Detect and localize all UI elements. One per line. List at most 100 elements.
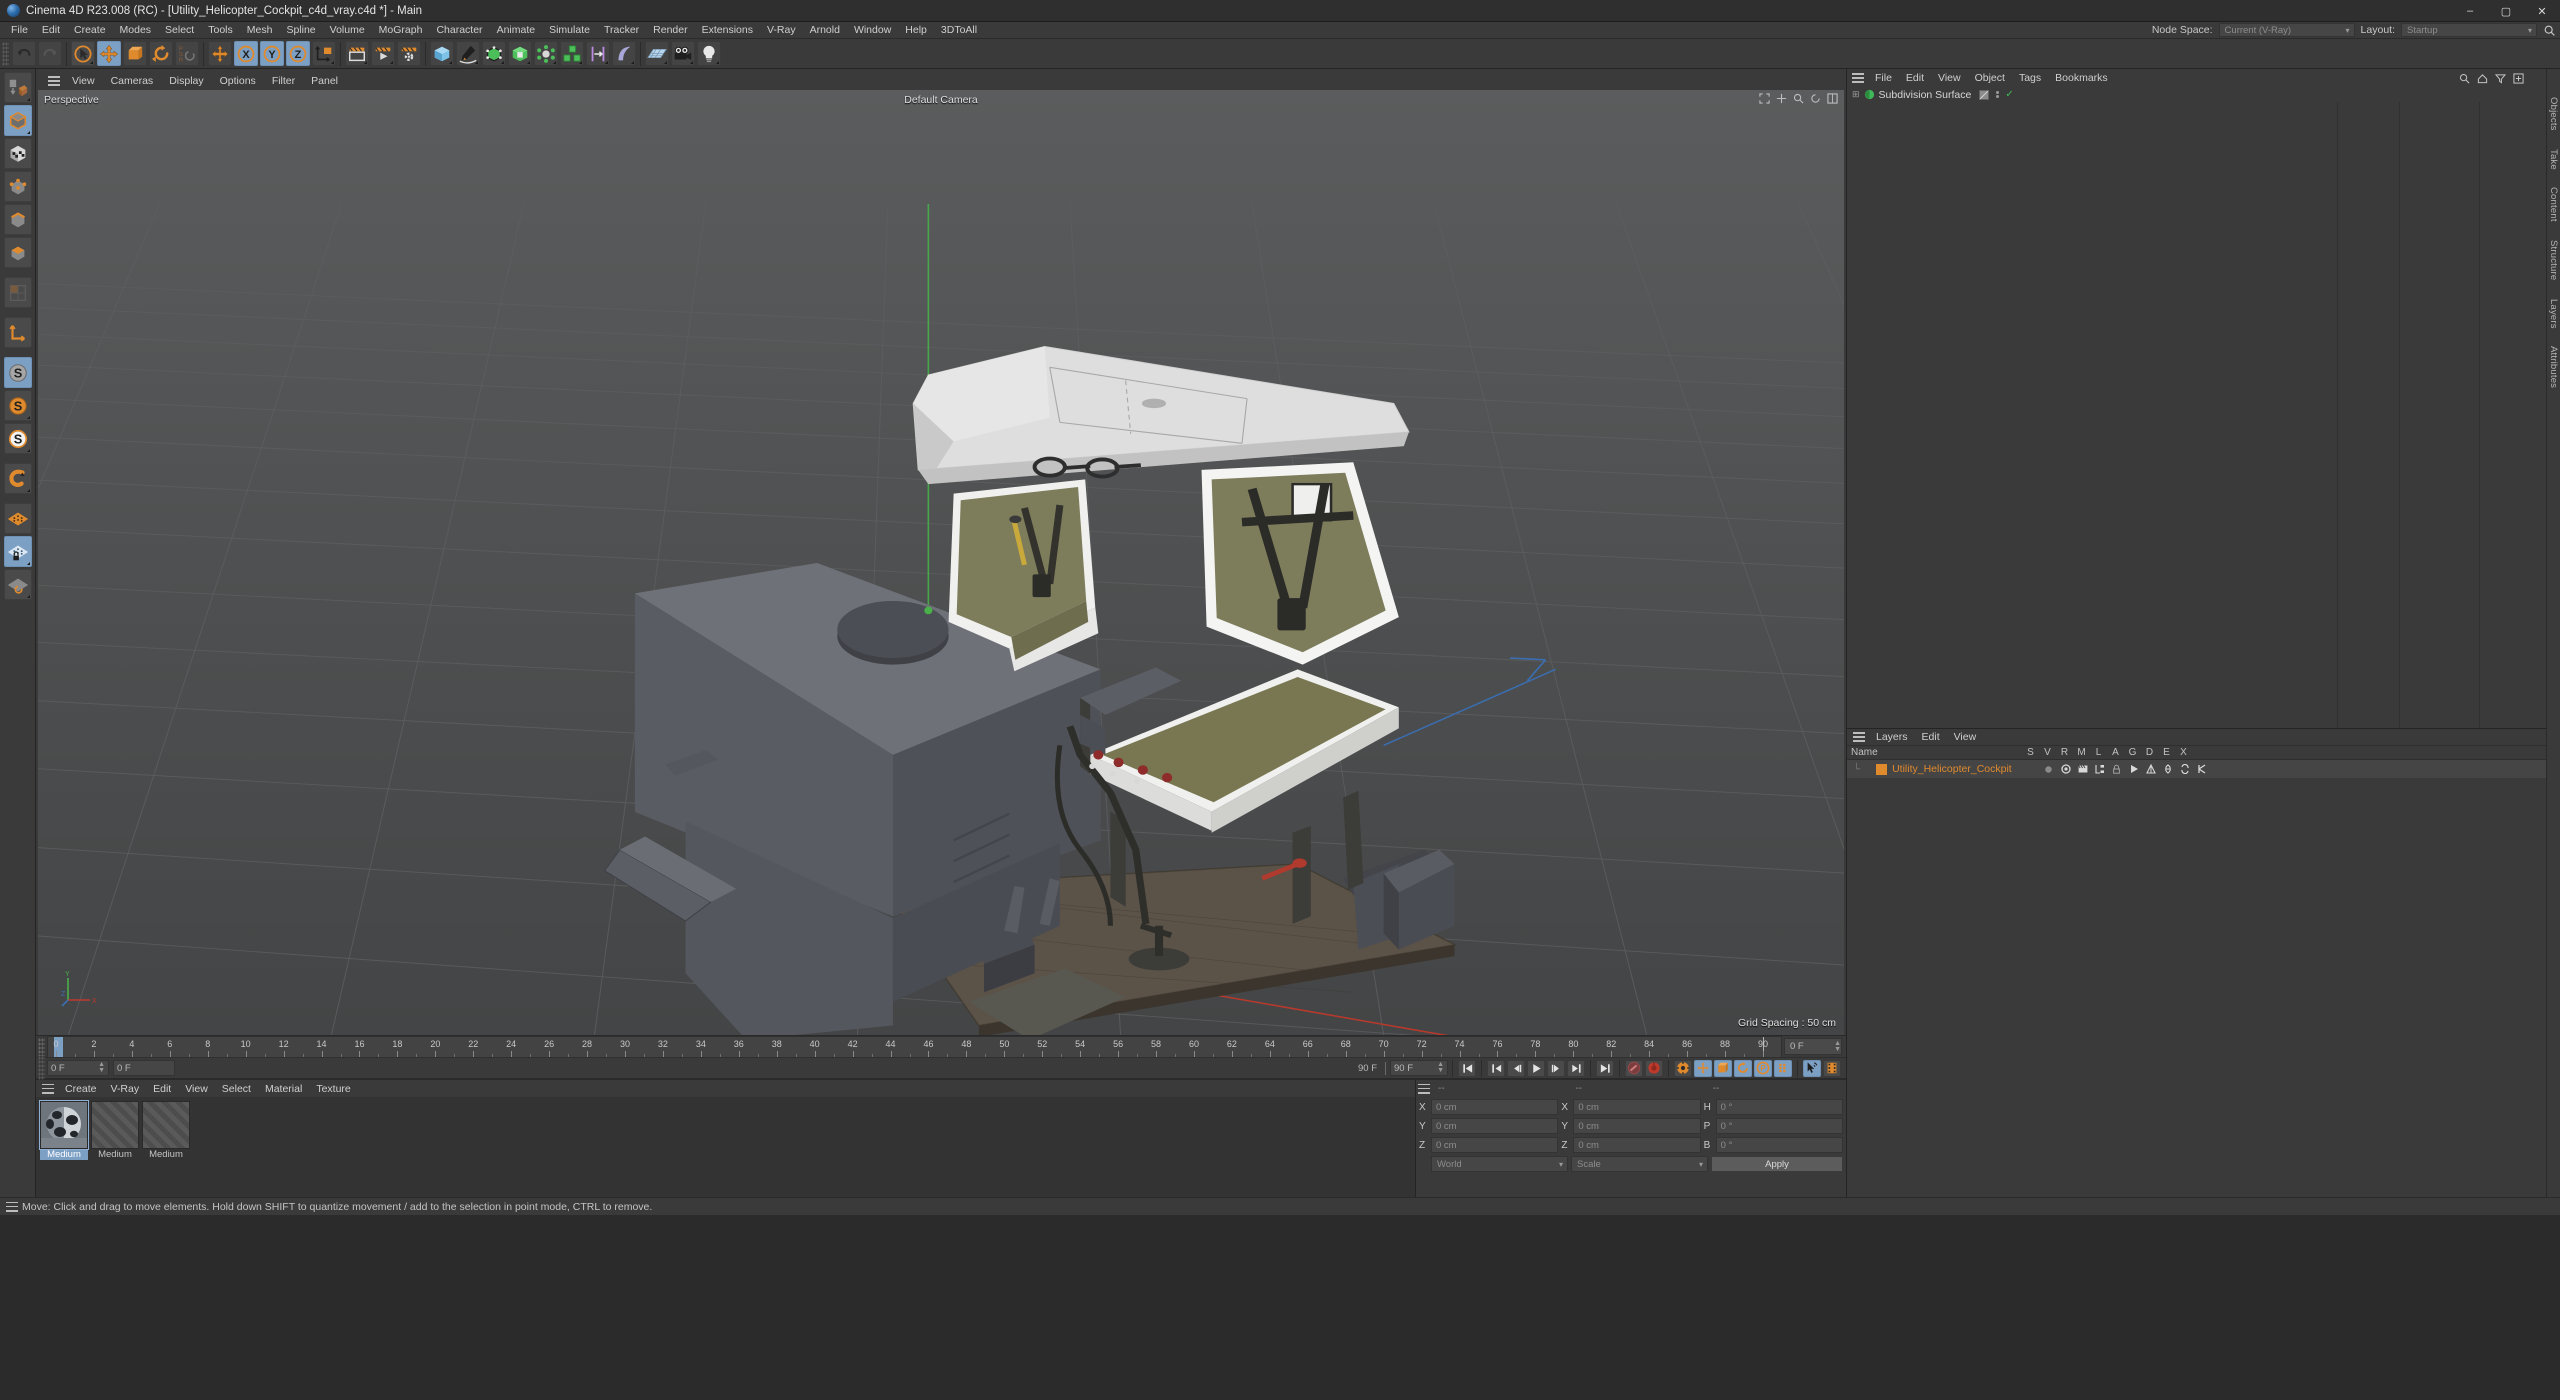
- close-button[interactable]: ✕: [2524, 0, 2560, 22]
- material-preview[interactable]: [40, 1101, 88, 1149]
- layer-rows[interactable]: └ Utility_Helicopter_Cockpit: [1847, 760, 2546, 1197]
- coordinates-menu-hamburger-icon[interactable]: [1418, 1084, 1430, 1094]
- viewport-pan-icon[interactable]: [1776, 93, 1787, 104]
- material-menu-texture[interactable]: Texture: [309, 1083, 357, 1095]
- rotation-p-field[interactable]: P 0 °: [1704, 1118, 1843, 1134]
- rail-tab-objects[interactable]: Objects: [2548, 97, 2559, 131]
- menu-item-extensions[interactable]: Extensions: [695, 22, 760, 39]
- cube-primitive-icon[interactable]: [430, 41, 454, 66]
- viewport-zoom-icon[interactable]: [1793, 93, 1804, 104]
- menu-item-modes[interactable]: Modes: [113, 22, 159, 39]
- object-menu-object[interactable]: Object: [1968, 72, 2012, 84]
- timeline-grip[interactable]: [38, 1038, 45, 1056]
- rail-tab-content[interactable]: Content: [2548, 187, 2559, 222]
- menu-item-window[interactable]: Window: [847, 22, 898, 39]
- viewport-menu-options[interactable]: Options: [212, 75, 264, 87]
- lock-z-icon[interactable]: Z: [286, 41, 310, 66]
- light-icon[interactable]: [697, 41, 721, 66]
- go-to-start-button[interactable]: [1458, 1060, 1476, 1077]
- statusbar-hamburger-icon[interactable]: [6, 1202, 18, 1212]
- menu-item-mesh[interactable]: Mesh: [240, 22, 280, 39]
- size-y-input[interactable]: 0 cm: [1573, 1118, 1700, 1134]
- layer-manager-hamburger-icon[interactable]: [1853, 732, 1865, 742]
- next-key-button[interactable]: [1567, 1060, 1585, 1077]
- viewport-3d[interactable]: Perspective Default Camera Grid Spacing …: [38, 90, 1844, 1035]
- undo-icon[interactable]: [12, 41, 36, 66]
- object-tree[interactable]: ⊞ Subdivision Surface ✓: [1847, 87, 2546, 728]
- scene-environment-icon[interactable]: [534, 41, 558, 66]
- deformer-icon[interactable]: [508, 41, 532, 66]
- material-menu-v-ray[interactable]: V-Ray: [104, 1083, 147, 1095]
- snap-toggle-s-icon[interactable]: S: [4, 357, 32, 388]
- filter-icon[interactable]: [2495, 73, 2506, 84]
- move-tool-icon[interactable]: [97, 41, 121, 66]
- size-mode-select[interactable]: Scale ▾: [1571, 1156, 1708, 1172]
- size-z-input[interactable]: 0 cm: [1573, 1137, 1700, 1153]
- rail-tab-take[interactable]: Take: [2548, 149, 2559, 170]
- nurbs-generator-icon[interactable]: [482, 41, 506, 66]
- search-icon[interactable]: [2459, 73, 2470, 84]
- layer-lock-icon[interactable]: [2108, 764, 2125, 774]
- select-live-icon[interactable]: [71, 41, 95, 66]
- object-row-subdivision-surface[interactable]: ⊞ Subdivision Surface ✓: [1847, 87, 2546, 102]
- cursor-key-icon[interactable]: [1803, 1060, 1821, 1077]
- axis-mode-icon[interactable]: [4, 317, 32, 348]
- layer-manager-icon[interactable]: [2091, 764, 2108, 774]
- layer-render-icon[interactable]: [2074, 764, 2091, 774]
- viewport-menu-display[interactable]: Display: [161, 75, 211, 87]
- make-editable-icon[interactable]: [4, 72, 32, 103]
- object-menu-view[interactable]: View: [1931, 72, 1968, 84]
- lock-y-icon[interactable]: Y: [260, 41, 284, 66]
- position-y-field[interactable]: Y 0 cm: [1419, 1118, 1558, 1134]
- hair-icon[interactable]: [612, 41, 636, 66]
- viewport-menu-view[interactable]: View: [64, 75, 103, 87]
- spinner-icon[interactable]: ▲▼: [1834, 1041, 1841, 1053]
- material-menu-hamburger-icon[interactable]: [42, 1084, 54, 1094]
- anim-start-field[interactable]: 0 F ▲▼: [47, 1060, 109, 1076]
- menu-item-arnold[interactable]: Arnold: [803, 22, 847, 39]
- spinner-icon[interactable]: ▲▼: [98, 1062, 105, 1074]
- rotation-h-field[interactable]: H 0 °: [1704, 1099, 1843, 1115]
- magnet-icon[interactable]: [4, 463, 32, 494]
- render-settings-icon[interactable]: [397, 41, 421, 66]
- position-y-input[interactable]: 0 cm: [1431, 1118, 1558, 1134]
- snap-settings-s-icon[interactable]: S: [4, 390, 32, 421]
- psr-icon[interactable]: P S R: [175, 41, 199, 66]
- minimize-button[interactable]: –: [2452, 0, 2488, 22]
- expand-toggle-icon[interactable]: ⊞: [1852, 89, 1860, 100]
- menu-item-create[interactable]: Create: [67, 22, 113, 39]
- rail-tab-structure[interactable]: Structure: [2548, 240, 2559, 280]
- layer-solo-icon[interactable]: [2040, 765, 2057, 774]
- add-layer-icon[interactable]: [2513, 73, 2524, 84]
- menu-item-volume[interactable]: Volume: [323, 22, 372, 39]
- visibility-dots-icon[interactable]: [1996, 91, 1999, 99]
- menu-item-edit[interactable]: Edit: [35, 22, 67, 39]
- quantize-s-icon[interactable]: S: [4, 423, 32, 454]
- object-menu-file[interactable]: File: [1868, 72, 1899, 84]
- rotation-b-field[interactable]: B 0 °: [1704, 1137, 1843, 1153]
- material-menu-material[interactable]: Material: [258, 1083, 309, 1095]
- menu-item-simulate[interactable]: Simulate: [542, 22, 597, 39]
- material-menu-create[interactable]: Create: [58, 1083, 104, 1095]
- workplane-lock-icon[interactable]: [4, 536, 32, 567]
- viewport-menu-panel[interactable]: Panel: [303, 75, 346, 87]
- spline-pen-icon[interactable]: [456, 41, 480, 66]
- enabled-check-icon[interactable]: ✓: [2005, 89, 2013, 100]
- key-rotation-icon[interactable]: [1734, 1060, 1752, 1077]
- polygon-mode-icon[interactable]: [4, 237, 32, 268]
- viewport-menu-cameras[interactable]: Cameras: [103, 75, 162, 87]
- layer-expressions-icon[interactable]: [2176, 764, 2193, 774]
- render-queue-icon[interactable]: [371, 41, 395, 66]
- object-menu-tags[interactable]: Tags: [2012, 72, 2048, 84]
- material-item[interactable]: Medium: [91, 1101, 139, 1160]
- material-list[interactable]: MediumMediumMedium: [36, 1097, 1415, 1197]
- layer-animation-icon[interactable]: [2125, 764, 2142, 774]
- layer-visible-icon[interactable]: [2057, 764, 2074, 774]
- layer-generators-icon[interactable]: [2142, 764, 2159, 774]
- layout-select[interactable]: Startup ▾: [2401, 23, 2537, 37]
- layer-xref-icon[interactable]: [2193, 764, 2210, 774]
- object-tag-icon[interactable]: [1979, 90, 1989, 100]
- material-menu-view[interactable]: View: [178, 1083, 215, 1095]
- menu-item-animate[interactable]: Animate: [490, 22, 543, 39]
- transport-grip[interactable]: [38, 1056, 45, 1080]
